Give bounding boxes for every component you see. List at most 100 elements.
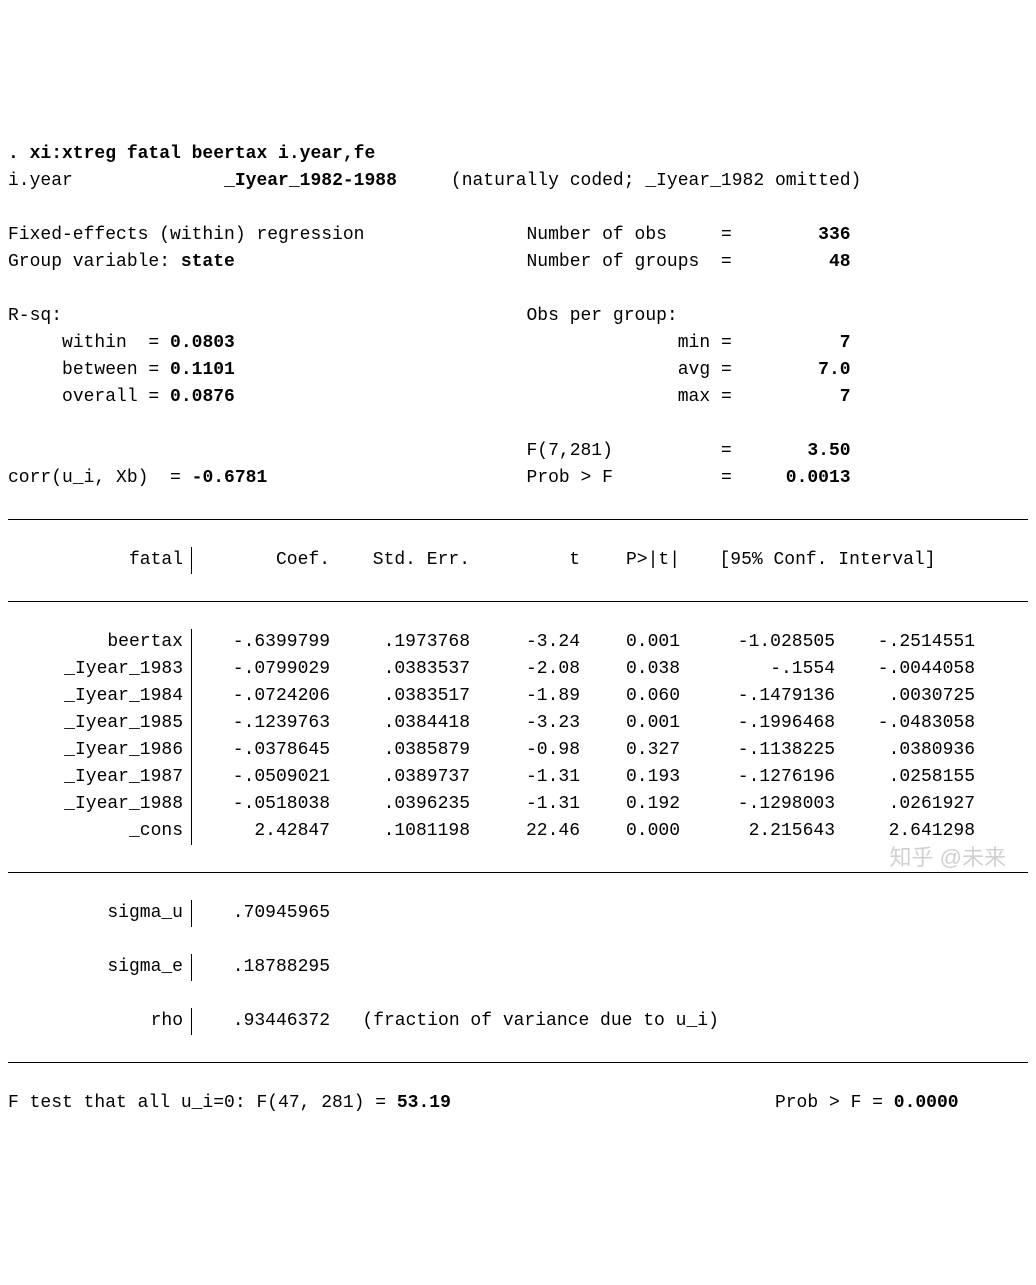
table-mid-rule	[8, 872, 1028, 873]
coef-value: -.0518038	[200, 791, 330, 818]
col-headers: Coef.Std. Err.tP>|t|[95% Conf. Interval]	[192, 547, 1028, 574]
ftest-p-label: Prob > F =	[775, 1093, 894, 1113]
opg-max-label: max =	[678, 387, 732, 407]
t-value: -2.08	[470, 656, 580, 683]
t-value: -1.31	[470, 764, 580, 791]
sigma-e-row: sigma_e .18788295	[8, 954, 1028, 981]
ci-lo: -.1996468	[680, 710, 835, 737]
var-name: _Iyear_1986	[8, 737, 192, 764]
xi-stub: _Iyear_1982-1988	[224, 171, 397, 191]
hdr-p: P>|t|	[580, 547, 680, 574]
var-stats: -.0378645.0385879-0.980.327-.1138225.038…	[192, 737, 1028, 764]
se-value: .0389737	[330, 764, 470, 791]
table-row: _Iyear_1984 -.0724206.0383517-1.890.060-.…	[8, 683, 1028, 710]
var-name: _cons	[8, 818, 192, 845]
opg-label: Obs per group:	[527, 306, 678, 326]
command-line: . xi:xtreg fatal beertax i.year,fe	[8, 144, 375, 164]
coef-table-body: beertax-.6399799.1973768-3.240.001-1.028…	[8, 629, 1028, 845]
opg-avg-label: avg =	[678, 360, 732, 380]
ci-lo: 2.215643	[680, 818, 835, 845]
ftest-p-value: 0.0000	[894, 1093, 959, 1113]
hdr-se: Std. Err.	[330, 547, 470, 574]
rsq-within-value: 0.0803	[170, 333, 235, 353]
ci-lo: -.1298003	[680, 791, 835, 818]
p-value: 0.060	[580, 683, 680, 710]
ci-hi: -.0044058	[835, 656, 975, 683]
p-value: 0.000	[580, 818, 680, 845]
se-value: .0384418	[330, 710, 470, 737]
sigma-e-value: .18788295	[200, 954, 330, 981]
var-stats: -.0799029.0383537-2.080.038-.1554-.00440…	[192, 656, 1028, 683]
table-bottom-rule	[8, 1062, 1028, 1063]
nobs-value: 336	[818, 225, 850, 245]
var-stats: 2.42847.108119822.460.0002.2156432.64129…	[192, 818, 1028, 845]
se-value: .0385879	[330, 737, 470, 764]
table-row: beertax-.6399799.1973768-3.240.001-1.028…	[8, 629, 1028, 656]
rsq-label: R-sq:	[8, 306, 62, 326]
rsq-overall-value: 0.0876	[170, 387, 235, 407]
coef-value: -.0509021	[200, 764, 330, 791]
xi-note: (naturally coded; _Iyear_1982 omitted)	[451, 171, 861, 191]
t-value: -3.23	[470, 710, 580, 737]
sigma-e-label: sigma_e	[8, 954, 192, 981]
rsq-between-value: 0.1101	[170, 360, 235, 380]
t-value: -0.98	[470, 737, 580, 764]
ngrp-label: Number of groups	[527, 252, 700, 272]
t-value: -3.24	[470, 629, 580, 656]
p-value: 0.192	[580, 791, 680, 818]
sigma-u-label: sigma_u	[8, 900, 192, 927]
model-type: Fixed-effects (within) regression	[8, 225, 364, 245]
table-row: _Iyear_1983-.0799029.0383537-2.080.038-.…	[8, 656, 1028, 683]
rsq-within-label: within =	[62, 333, 170, 353]
ci-lo: -.1276196	[680, 764, 835, 791]
hdr-t: t	[470, 547, 580, 574]
coef-value: -.0799029	[200, 656, 330, 683]
se-value: .0383517	[330, 683, 470, 710]
coef-value: -.0724206	[200, 683, 330, 710]
probf-label: Prob > F	[527, 468, 613, 488]
se-value: .0383537	[330, 656, 470, 683]
rho-row: rho.93446372 (fraction of variance due t…	[8, 1008, 1028, 1035]
rho-value: .93446372	[200, 1008, 330, 1035]
var-name: beertax	[8, 629, 192, 656]
coef-value: -.1239763	[200, 710, 330, 737]
p-value: 0.001	[580, 629, 680, 656]
table-row: _Iyear_1987-.0509021.0389737-1.310.193-.…	[8, 764, 1028, 791]
rsq-between-label: between =	[62, 360, 170, 380]
watermark: 知乎 @未来	[890, 841, 1006, 874]
sigma-u-row: sigma_u.70945965	[8, 900, 1028, 927]
ci-hi: -.0483058	[835, 710, 975, 737]
rsq-overall-label: overall =	[62, 387, 170, 407]
p-value: 0.193	[580, 764, 680, 791]
ci-hi: 2.641298	[835, 818, 975, 845]
ci-hi: .0258155	[835, 764, 975, 791]
table-top-rule	[8, 519, 1028, 520]
ci-hi: .0380936	[835, 737, 975, 764]
opg-max-value: 7	[840, 387, 851, 407]
table-row: _Iyear_1985-.1239763.0384418-3.230.001-.…	[8, 710, 1028, 737]
ngrp-value: 48	[829, 252, 851, 272]
depvar-header: fatal	[8, 547, 192, 574]
var-stats: -.0509021.0389737-1.310.193-.1276196.025…	[192, 764, 1028, 791]
xi-var: i.year	[8, 171, 73, 191]
fstat-label: F(7,281)	[526, 441, 612, 461]
stata-output: . xi:xtreg fatal beertax i.year,fe i.yea…	[8, 114, 1028, 492]
ci-lo: -.1479136	[680, 683, 835, 710]
var-stats: -.6399799.1973768-3.240.001-1.028505-.25…	[192, 629, 1028, 656]
fstat-value: 3.50	[807, 441, 850, 461]
t-value: 22.46	[470, 818, 580, 845]
ci-hi: .0030725	[835, 683, 975, 710]
corr-label: corr(u_i, Xb) =	[8, 468, 192, 488]
var-name: _Iyear_1984	[8, 683, 192, 710]
groupvar-label: Group variable:	[8, 252, 181, 272]
ci-lo: -1.028505	[680, 629, 835, 656]
opg-min-value: 7	[840, 333, 851, 353]
se-value: .0396235	[330, 791, 470, 818]
t-value: -1.89	[470, 683, 580, 710]
table-row: _Iyear_1988-.0518038.0396235-1.310.192-.…	[8, 791, 1028, 818]
coef-value: 2.42847	[200, 818, 330, 845]
coef-value: -.6399799	[200, 629, 330, 656]
table-row: _cons2.42847.108119822.460.0002.2156432.…	[8, 818, 1028, 845]
ftest-value: 53.19	[397, 1093, 451, 1113]
ci-lo: -.1138225	[680, 737, 835, 764]
